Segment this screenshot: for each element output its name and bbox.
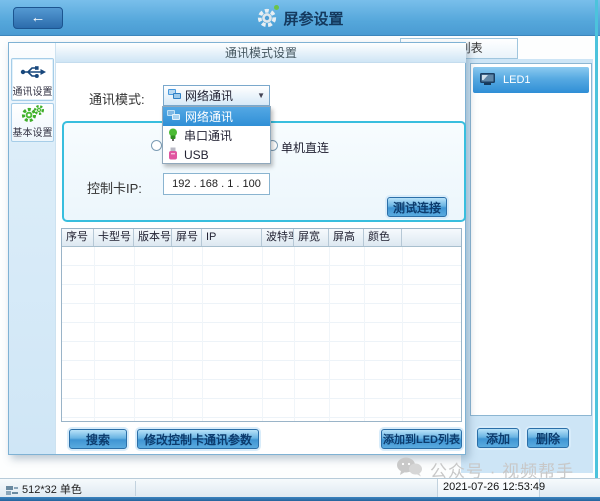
comm-mode-value: 网络通讯 (185, 87, 233, 104)
col-header-screen-no: 屏号 (172, 229, 202, 246)
serial-port-icon (167, 128, 179, 144)
device-table: 序号 卡型号 版本号 屏号 IP 波特率 屏宽 屏高 颜色 (61, 228, 462, 422)
page-title: 屏参设置 (283, 8, 343, 29)
network-icon (168, 87, 181, 105)
table-header-row: 序号 卡型号 版本号 屏号 IP 波特率 屏宽 屏高 颜色 (62, 229, 461, 247)
col-header-index: 序号 (62, 229, 94, 246)
dialog-title: 通讯模式设置 (56, 43, 466, 63)
modify-card-params-button[interactable]: 修改控制卡通讯参数 (137, 429, 259, 449)
ip-input[interactable] (163, 173, 270, 195)
dropdown-option-serial[interactable]: 串口通讯 (163, 126, 270, 145)
window-bottom-border (0, 497, 600, 501)
comm-mode-select[interactable]: 网络通讯 ▼ (163, 85, 270, 106)
col-header-ip: IP (202, 229, 262, 246)
led-screen-icon (479, 72, 497, 89)
app-title: 屏参设置 (0, 0, 600, 36)
col-header-version: 版本号 (134, 229, 172, 246)
sidebar-item-basic-settings[interactable]: 基本设置 (11, 103, 54, 142)
test-connection-button[interactable]: 测试连接 (387, 197, 447, 217)
add-to-led-list-button[interactable]: 添加到LED列表 (381, 429, 462, 449)
sidebar-item-comm-settings[interactable]: 通讯设置 (11, 58, 54, 101)
col-header-color: 颜色 (364, 229, 402, 246)
window-right-border (595, 0, 598, 497)
col-header-extra (402, 229, 460, 246)
delete-button[interactable]: 删除 (527, 428, 569, 448)
lan-radio[interactable] (151, 140, 162, 151)
dialog-sidebar: 通讯设置 基本设置 (9, 43, 56, 454)
dropdown-option-usb[interactable]: USB (163, 145, 270, 164)
gear-icon (256, 7, 278, 29)
screen-spec-text: 512*32 单色 (22, 481, 82, 497)
dropdown-option-network[interactable]: 网络通讯 (163, 107, 270, 126)
back-arrow-icon: ← (31, 9, 46, 26)
led-item-label: LED1 (503, 74, 531, 86)
usb-icon (19, 59, 47, 83)
ip-label: 控制卡IP: (87, 178, 142, 197)
chevron-down-icon: ▼ (257, 91, 265, 100)
col-header-card-model: 卡型号 (94, 229, 134, 246)
app-window: 屏参设置 ← LED列表 LED1 添加 删除 通讯模式设置 (0, 0, 600, 501)
dropdown-option-label: USB (184, 148, 209, 162)
comm-mode-dropdown: 网络通讯 串口通讯 (162, 106, 271, 164)
sidebar-item-label: 基本设置 (13, 124, 53, 139)
comm-mode-label: 通讯模式: (89, 89, 145, 108)
sidebar-item-label: 通讯设置 (13, 83, 53, 98)
search-button[interactable]: 搜索 (69, 429, 127, 449)
dropdown-option-label: 网络通讯 (185, 108, 233, 125)
statusbar: 512*32 单色 2021-07-26 12:53:49 (0, 478, 600, 497)
usb-drive-icon (167, 147, 179, 163)
dropdown-option-label: 串口通讯 (184, 127, 232, 144)
col-header-width: 屏宽 (294, 229, 329, 246)
back-button[interactable]: ← (13, 7, 63, 29)
gears-icon (20, 104, 46, 124)
table-body (62, 247, 461, 421)
led-list: LED1 (470, 63, 592, 416)
standalone-radio-label: 单机直连 (281, 139, 329, 156)
statusbar-datetime: 2021-07-26 12:53:49 (443, 481, 545, 493)
col-header-height: 屏高 (329, 229, 364, 246)
titlebar: 屏参设置 ← (0, 0, 600, 36)
network-icon (167, 110, 180, 124)
led-list-item[interactable]: LED1 (473, 67, 589, 93)
add-button[interactable]: 添加 (477, 428, 519, 448)
comm-mode-dialog: 通讯模式设置 通讯设置 (8, 42, 466, 455)
col-header-baud: 波特率 (262, 229, 294, 246)
